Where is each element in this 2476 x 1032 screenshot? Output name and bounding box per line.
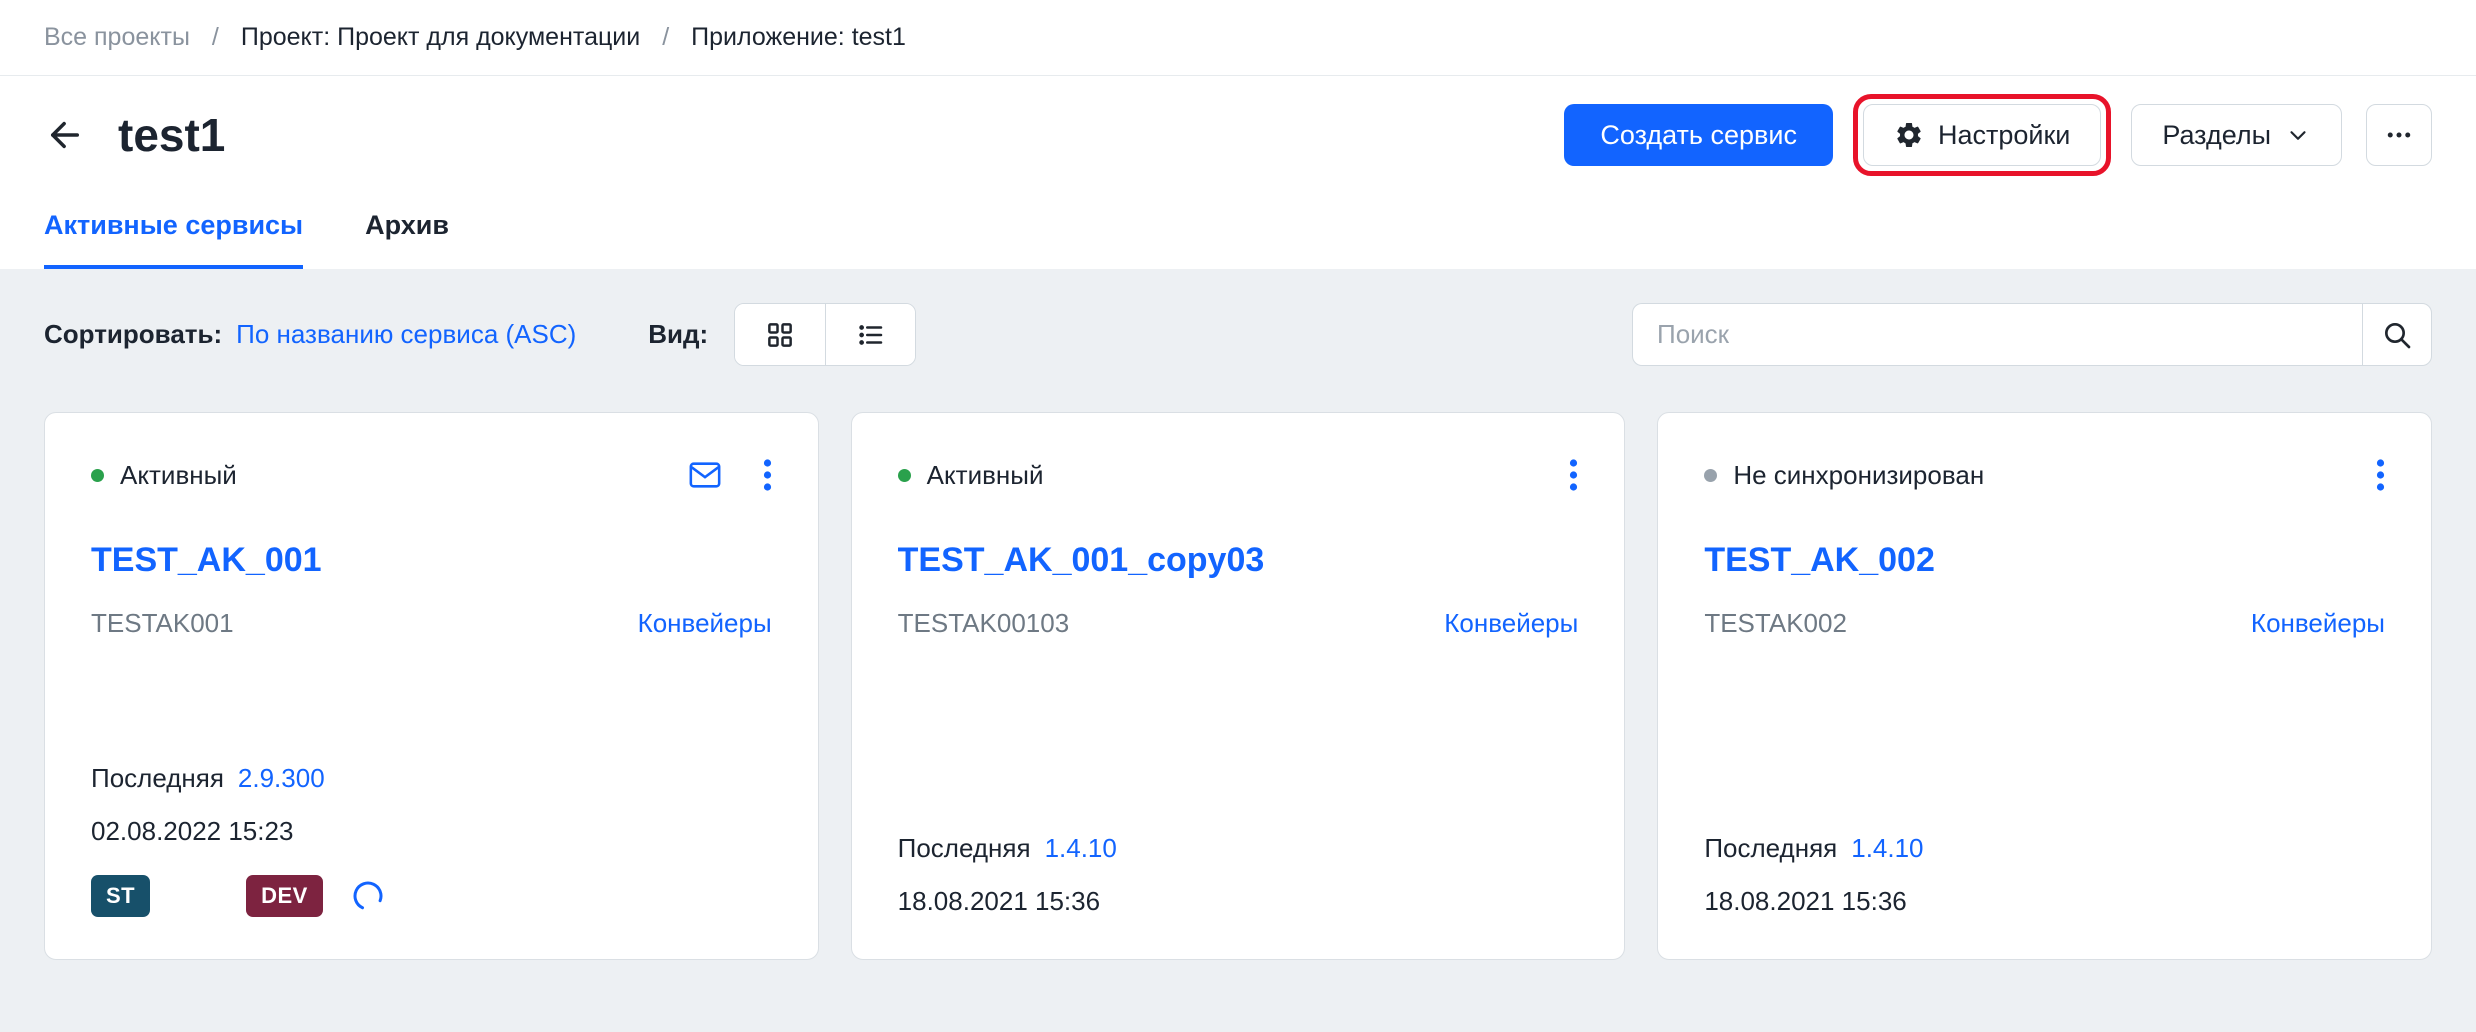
status-label: Активный bbox=[120, 460, 237, 491]
breadcrumb-separator: / bbox=[212, 23, 219, 52]
card-status-row: Не синхронизирован bbox=[1704, 457, 2385, 493]
search-icon bbox=[2381, 319, 2413, 351]
view-toggle bbox=[734, 303, 916, 366]
pipelines-link[interactable]: Конвейеры bbox=[638, 608, 772, 639]
pipelines-link[interactable]: Конвейеры bbox=[1444, 608, 1578, 639]
tab-active-services[interactable]: Активные сервисы bbox=[44, 210, 303, 269]
breadcrumb-separator: / bbox=[662, 23, 669, 52]
list-view-button[interactable] bbox=[825, 304, 915, 365]
header-actions: Создать сервис Настройки Разделы bbox=[1564, 104, 2432, 166]
env-badge-st[interactable]: ST bbox=[91, 875, 150, 917]
version-date: 02.08.2022 15:23 bbox=[91, 816, 772, 847]
settings-button[interactable]: Настройки bbox=[1863, 104, 2101, 166]
tab-archive[interactable]: Архив bbox=[365, 210, 449, 269]
card-status-row: Активный bbox=[898, 457, 1579, 493]
page-header: test1 Создать сервис Настройки Разделы bbox=[0, 76, 2476, 166]
service-title-link[interactable]: TEST_AK_001_copy03 bbox=[898, 541, 1265, 580]
kebab-menu-icon[interactable] bbox=[1569, 457, 1578, 493]
version-date: 18.08.2021 15:36 bbox=[1704, 886, 2385, 917]
status-label: Не синхронизирован bbox=[1733, 460, 1984, 491]
back-button[interactable] bbox=[44, 114, 86, 156]
annotation-highlight: Настройки bbox=[1853, 94, 2111, 176]
card-status-row: Активный bbox=[91, 457, 772, 493]
kebab-menu-icon[interactable] bbox=[2376, 457, 2385, 493]
more-actions-button[interactable] bbox=[2366, 104, 2432, 166]
service-title-link[interactable]: TEST_AK_001 bbox=[91, 541, 322, 580]
service-card: Не синхронизирован TEST_AK_002 TESTAK002… bbox=[1657, 412, 2432, 960]
service-title-link[interactable]: TEST_AK_002 bbox=[1704, 541, 1935, 580]
chevron-down-icon bbox=[2285, 122, 2311, 148]
content-area: Сортировать: По названию сервиса (ASC) В… bbox=[0, 269, 2476, 1032]
breadcrumb: Все проекты / Проект: Проект для докумен… bbox=[0, 0, 2476, 76]
last-version-label: Последняя bbox=[1704, 833, 1837, 864]
list-icon bbox=[856, 320, 886, 350]
arrow-left-icon bbox=[44, 114, 86, 156]
toolbar: Сортировать: По названию сервиса (ASC) В… bbox=[44, 303, 2432, 366]
last-version-label: Последняя bbox=[898, 833, 1031, 864]
grid-icon bbox=[765, 320, 795, 350]
version-link[interactable]: 2.9.300 bbox=[238, 763, 325, 794]
service-code: TESTAK002 bbox=[1704, 608, 1847, 639]
gear-icon bbox=[1894, 120, 1924, 150]
breadcrumb-application: Приложение: test1 bbox=[691, 23, 906, 52]
status-label: Активный bbox=[927, 460, 1044, 491]
service-code: TESTAK00103 bbox=[898, 608, 1070, 639]
grid-view-button[interactable] bbox=[735, 304, 825, 365]
breadcrumb-project[interactable]: Проект: Проект для документации bbox=[241, 23, 640, 52]
version-date: 18.08.2021 15:36 bbox=[898, 886, 1579, 917]
ellipsis-icon bbox=[2384, 120, 2414, 150]
sort-label: Сортировать: bbox=[44, 319, 222, 350]
loading-spinner-icon bbox=[351, 879, 385, 913]
status-dot bbox=[898, 469, 911, 482]
create-service-button[interactable]: Создать сервис bbox=[1564, 104, 1833, 166]
envelope-icon[interactable] bbox=[687, 458, 723, 492]
env-badge-dev[interactable]: DEV bbox=[246, 875, 323, 917]
sort-value-link[interactable]: По названию сервиса (ASC) bbox=[236, 319, 576, 350]
search-button[interactable] bbox=[2362, 303, 2432, 366]
version-link[interactable]: 1.4.10 bbox=[1851, 833, 1923, 864]
service-card: Активный TEST_AK_001_copy03 TESTAK00103 … bbox=[851, 412, 1626, 960]
service-card: Активный TEST_AK_001 TESTAK001 Конвейеры… bbox=[44, 412, 819, 960]
status-dot bbox=[91, 469, 104, 482]
version-link[interactable]: 1.4.10 bbox=[1045, 833, 1117, 864]
service-cards: Активный TEST_AK_001 TESTAK001 Конвейеры… bbox=[44, 412, 2432, 960]
breadcrumb-all-projects[interactable]: Все проекты bbox=[44, 23, 190, 52]
settings-button-label: Настройки bbox=[1938, 120, 2070, 151]
kebab-menu-icon[interactable] bbox=[763, 457, 772, 493]
sections-dropdown-button[interactable]: Разделы bbox=[2131, 104, 2342, 166]
sections-button-label: Разделы bbox=[2162, 120, 2271, 151]
pipelines-link[interactable]: Конвейеры bbox=[2251, 608, 2385, 639]
search bbox=[1632, 303, 2432, 366]
tabs: Активные сервисы Архив bbox=[0, 166, 2476, 269]
service-code: TESTAK001 bbox=[91, 608, 234, 639]
status-dot bbox=[1704, 469, 1717, 482]
page-title: test1 bbox=[118, 108, 225, 162]
view-label: Вид: bbox=[648, 319, 708, 350]
search-input[interactable] bbox=[1632, 303, 2362, 366]
last-version-label: Последняя bbox=[91, 763, 224, 794]
